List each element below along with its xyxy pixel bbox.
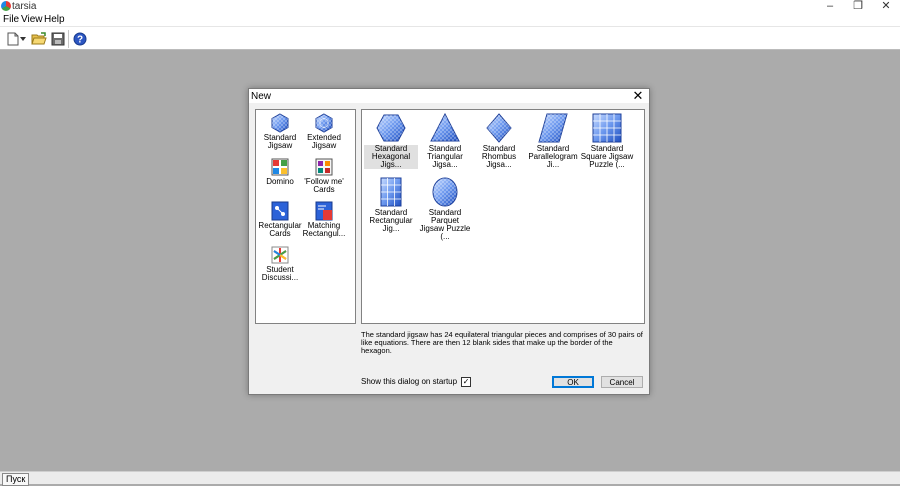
open-folder-icon[interactable] [30, 30, 48, 48]
app-title: tarsia [12, 1, 37, 12]
start-button[interactable]: Пуск [2, 473, 30, 486]
template-label: Standard Rectangular Jig... [369, 208, 413, 233]
category-label: Extended Jigsaw [307, 133, 341, 150]
close-window-button[interactable]: ✕ [872, 0, 900, 14]
hexagon-jigsaw-icon [271, 113, 289, 133]
menu-view[interactable]: View [21, 14, 43, 26]
template-label: Standard Parallelogram Ji... [528, 144, 578, 169]
app-icon [1, 1, 11, 11]
template-rectangular-jigsaw[interactable]: Standard Rectangular Jig... [364, 176, 418, 233]
category-standard-jigsaw[interactable]: Standard Jigsaw [257, 113, 303, 150]
category-label: Standard Jigsaw [263, 133, 297, 150]
menu-file[interactable]: File [3, 14, 19, 26]
save-icon[interactable] [49, 30, 67, 48]
show-on-startup-checkbox[interactable]: ✓ [461, 377, 472, 387]
ok-button[interactable]: OK [552, 376, 594, 388]
template-label: Standard Square Jigsaw Puzzle (... [580, 144, 634, 169]
template-parquet-jigsaw[interactable]: Standard Parquet Jigsaw Puzzle (... [418, 176, 472, 241]
category-label: Rectangular Cards [258, 221, 302, 238]
category-matching-rectangular[interactable]: Matching Rectangul... [301, 201, 347, 238]
template-label: Standard Hexagonal Jigs... [364, 145, 418, 169]
menu-bar: File View Help [0, 14, 900, 26]
dialog-titlebar: New ✕ [249, 89, 649, 103]
taskbar: Пуск [0, 471, 900, 486]
window-titlebar: tarsia – ❐ ✕ [0, 0, 900, 14]
domino-icon [271, 158, 289, 176]
template-label: Standard Parquet Jigsaw Puzzle (... [419, 208, 471, 241]
hexagonal-jigsaw-icon [376, 114, 406, 142]
svg-text:?: ? [77, 35, 83, 46]
rhombus-jigsaw-icon [486, 113, 512, 143]
student-discussion-icon [271, 246, 289, 264]
help-icon[interactable]: ? [71, 30, 89, 48]
template-list: Standard Hexagonal Jigs... Standard Tria… [361, 109, 645, 324]
category-student-discussion[interactable]: Student Discussi... [257, 245, 303, 282]
template-hexagonal-jigsaw[interactable]: Standard Hexagonal Jigs... [364, 112, 418, 169]
toolbar: ? [0, 26, 900, 50]
category-label: Student Discussi... [261, 265, 299, 282]
triangular-jigsaw-icon [430, 112, 460, 142]
show-on-startup-row: Show this dialog on startup ✓ [361, 377, 472, 387]
parallelogram-jigsaw-icon [538, 113, 568, 143]
template-triangular-jigsaw[interactable]: Standard Triangular Jigsa... [418, 112, 472, 169]
dialog-close-button[interactable]: ✕ [631, 89, 645, 103]
category-domino[interactable]: Domino [257, 157, 303, 186]
rectangular-jigsaw-icon [380, 177, 402, 207]
follow-me-cards-icon [315, 158, 333, 176]
new-dialog: New ✕ Standard Jigsaw Extended Jigsaw Do… [248, 88, 650, 395]
square-jigsaw-icon [592, 113, 622, 143]
template-rhombus-jigsaw[interactable]: Standard Rhombus Jigsa... [472, 112, 526, 169]
dropdown-arrow-icon[interactable] [18, 30, 28, 48]
show-on-startup-label: Show this dialog on startup [361, 377, 458, 386]
template-parallelogram-jigsaw[interactable]: Standard Parallelogram Ji... [526, 112, 580, 169]
extended-jigsaw-icon [315, 113, 333, 133]
rectangular-cards-icon [271, 201, 289, 221]
maximize-button[interactable]: ❐ [844, 0, 872, 14]
category-rectangular-cards[interactable]: Rectangular Cards [257, 201, 303, 238]
category-extended-jigsaw[interactable]: Extended Jigsaw [301, 113, 347, 150]
dialog-title: New [251, 91, 272, 102]
template-label: Standard Rhombus Jigsa... [481, 144, 517, 169]
category-label: 'Follow me' Cards [304, 177, 344, 194]
category-label: Matching Rectangul... [302, 221, 346, 238]
cancel-button[interactable]: Cancel [601, 376, 643, 388]
template-square-jigsaw[interactable]: Standard Square Jigsaw Puzzle (... [580, 112, 634, 169]
parquet-jigsaw-icon [432, 177, 458, 207]
category-follow-me-cards[interactable]: 'Follow me' Cards [301, 157, 347, 194]
minimize-button[interactable]: – [816, 0, 844, 14]
template-description: The standard jigsaw has 24 equilateral t… [361, 330, 643, 355]
category-label: Domino [266, 177, 294, 186]
menu-help[interactable]: Help [44, 14, 65, 26]
template-label: Standard Triangular Jigsa... [427, 144, 463, 169]
category-list: Standard Jigsaw Extended Jigsaw Domino '… [255, 109, 356, 324]
toolbar-separator [68, 30, 69, 48]
matching-rectangular-icon [315, 201, 333, 221]
